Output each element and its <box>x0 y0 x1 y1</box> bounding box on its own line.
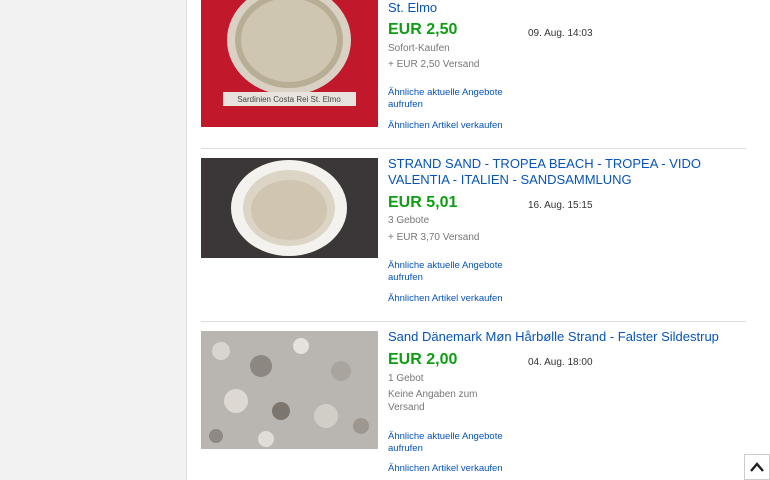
listing-format: Sofort-Kaufen <box>388 43 450 54</box>
sand-jar-image: Sardinien Costa Rei St. Elmo <box>201 0 378 127</box>
listing-item: Sardinien Costa Rei St. Elmo St. Elmo EU… <box>201 0 746 148</box>
scroll-to-top-button[interactable] <box>744 454 770 480</box>
sell-similar-link[interactable]: Ähnlichen Artikel verkaufen <box>388 463 518 475</box>
listing-price: EUR 2,00 <box>388 351 458 368</box>
listing-shipping: + EUR 3,70 Versand <box>388 232 480 243</box>
listing-image[interactable] <box>201 158 378 258</box>
listing-title[interactable]: St. Elmo <box>388 0 728 16</box>
listing-price: EUR 2,50 <box>388 21 458 38</box>
chevron-up-icon <box>750 462 764 472</box>
listing-title[interactable]: Sand Dänemark Møn Hårbølle Strand - Fals… <box>388 329 728 345</box>
listing-format: 1 Gebot <box>388 373 424 384</box>
listing-title[interactable]: STRAND SAND - TROPEA BEACH - TROPEA - VI… <box>388 156 728 188</box>
sell-similar-link[interactable]: Ähnlichen Artikel verkaufen <box>388 293 518 305</box>
listing-item: Sand Dänemark Møn Hårbølle Strand - Fals… <box>201 329 746 480</box>
divider <box>201 321 746 322</box>
sell-similar-link[interactable]: Ähnlichen Artikel verkaufen <box>388 120 518 132</box>
listing-price: EUR 5,01 <box>388 194 458 211</box>
listing-shipping: Keine Angaben zum Versand <box>388 389 478 413</box>
listing-image[interactable]: Sardinien Costa Rei St. Elmo <box>201 0 378 127</box>
sand-bowl-image <box>201 158 378 258</box>
sand-closeup-image <box>201 331 378 449</box>
listing-item: STRAND SAND - TROPEA BEACH - TROPEA - VI… <box>201 156 746 321</box>
listing-image[interactable] <box>201 331 378 449</box>
listing-shipping: + EUR 2,50 Versand <box>388 59 480 70</box>
similar-offers-link[interactable]: Ähnliche aktuelle Angebote aufrufen <box>388 260 518 284</box>
left-sidebar <box>0 0 186 480</box>
search-results-list: Sardinien Costa Rei St. Elmo St. Elmo EU… <box>186 0 770 480</box>
listing-date: 04. Aug. 18:00 <box>528 357 593 368</box>
divider <box>201 148 746 149</box>
listing-date: 16. Aug. 15:15 <box>528 200 593 211</box>
similar-offers-link[interactable]: Ähnliche aktuelle Angebote aufrufen <box>388 87 518 111</box>
image-caption: Sardinien Costa Rei St. Elmo <box>237 95 341 104</box>
similar-offers-link[interactable]: Ähnliche aktuelle Angebote aufrufen <box>388 431 518 455</box>
listing-format: 3 Gebote <box>388 215 430 226</box>
listing-date: 09. Aug. 14:03 <box>528 28 593 39</box>
